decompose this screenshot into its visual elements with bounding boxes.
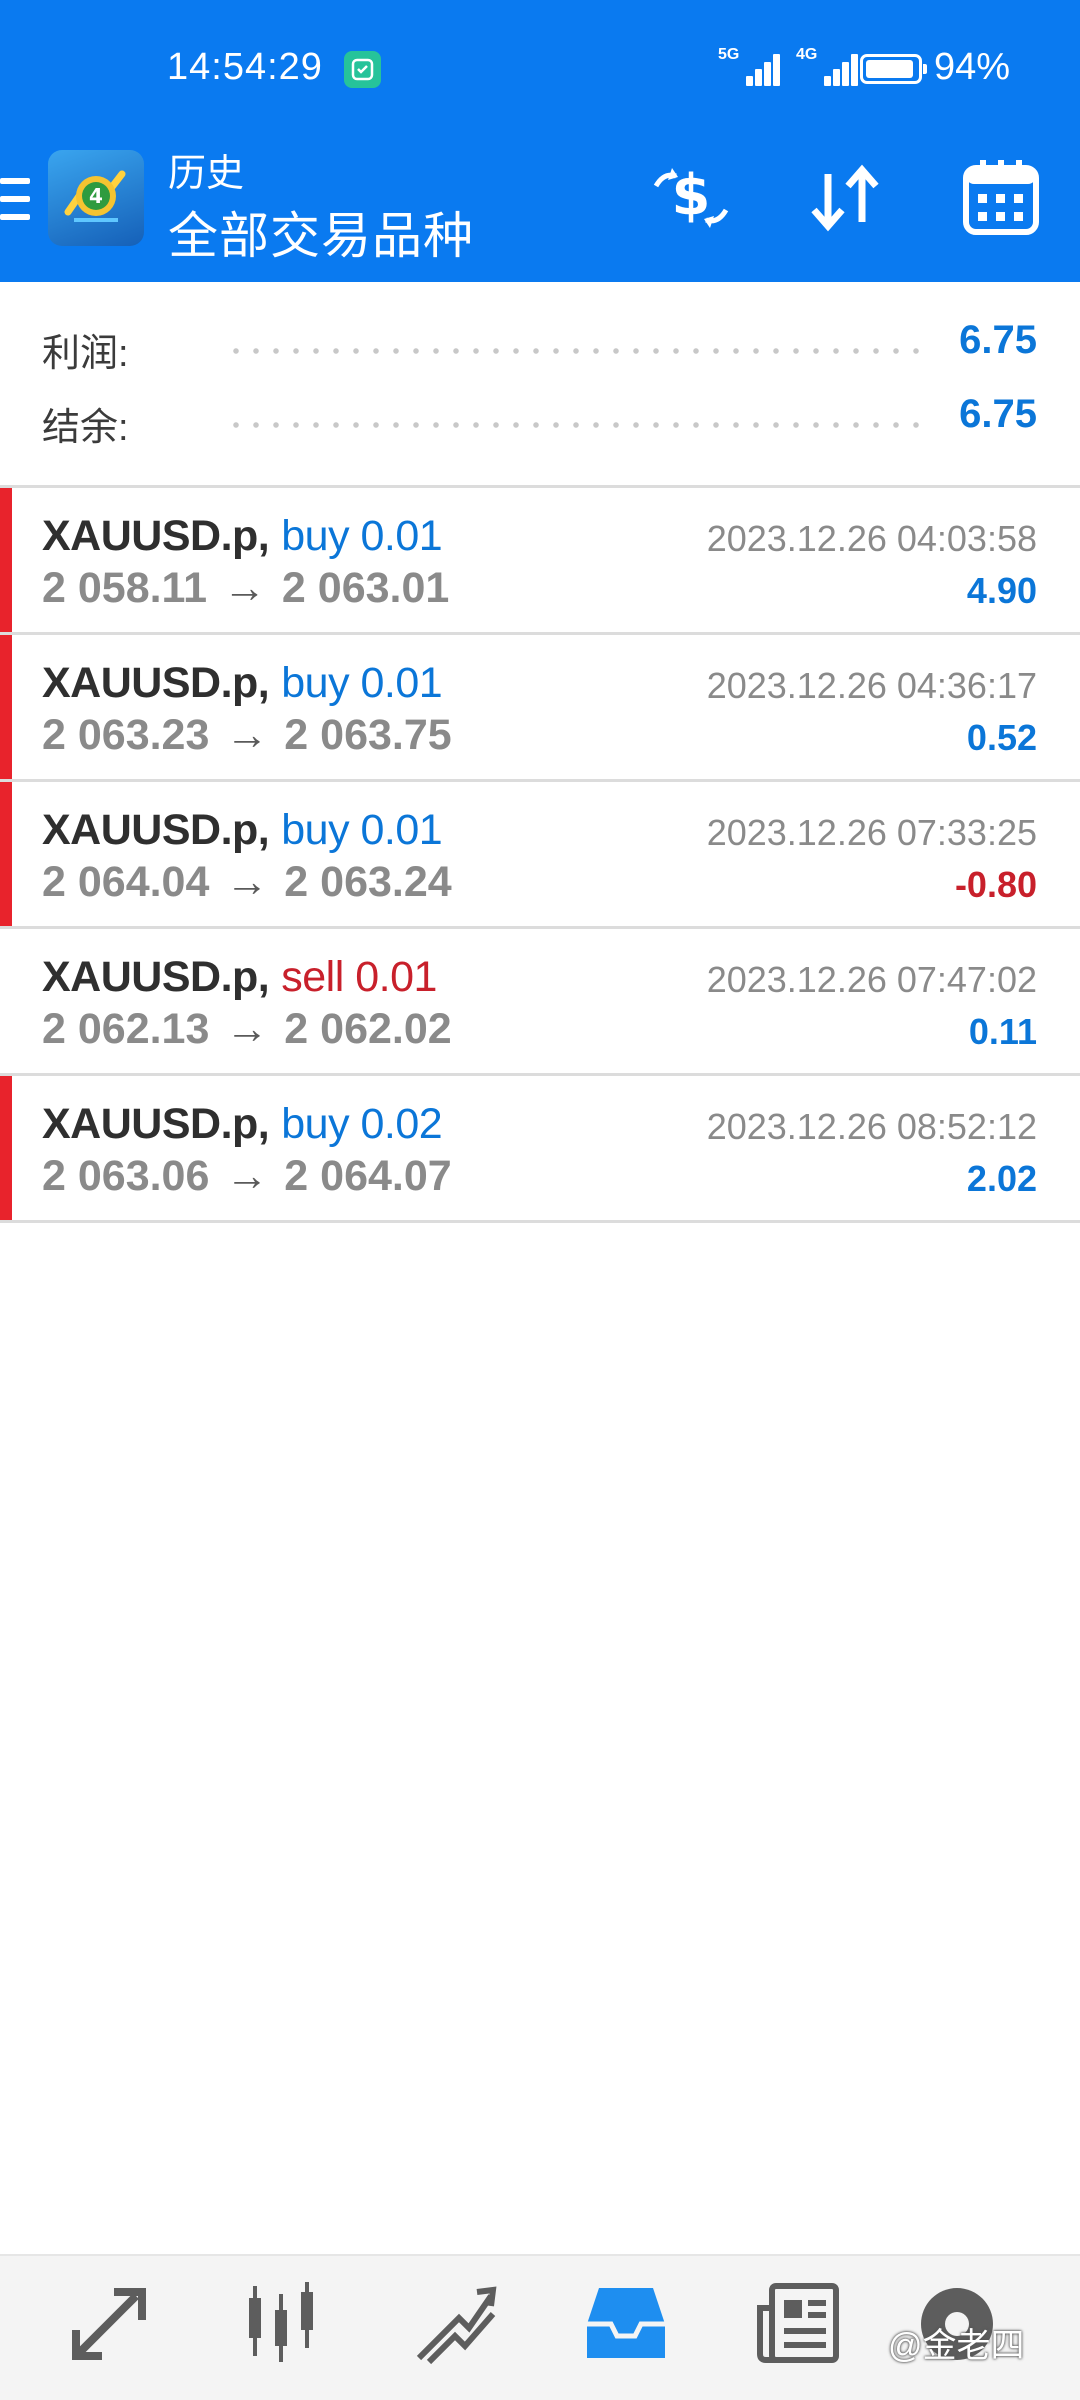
deal-prices: 2 063.23 → 2 063.75 bbox=[42, 711, 452, 760]
arrow-right-icon: → bbox=[225, 711, 269, 759]
status-bar: 14:54:29 5G 4G 94% bbox=[0, 0, 1080, 140]
calendar-icon[interactable] bbox=[956, 150, 1046, 246]
deal-open-price: 2 063.23 bbox=[42, 711, 210, 759]
deal-open-price: 2 064.04 bbox=[42, 858, 210, 906]
deal-prices: 2 063.06 → 2 064.07 bbox=[42, 1152, 452, 1201]
deal-marker bbox=[0, 635, 12, 779]
deal-row[interactable]: XAUUSD.p, buy 0.01 2 063.23 → 2 063.75 20… bbox=[0, 635, 1080, 782]
deal-time: 2023.12.26 07:47:02 bbox=[706, 959, 1037, 1000]
deal-marker bbox=[0, 1076, 12, 1220]
deal-time: 2023.12.26 04:03:58 bbox=[706, 518, 1037, 559]
header: 14:54:29 5G 4G 94% 4 历史 全部交易品种 $ bbox=[0, 0, 1080, 282]
balance-row: 结余: 6.75 bbox=[0, 392, 1080, 452]
app-root: 14:54:29 5G 4G 94% 4 历史 全部交易品种 $ 利润: 6.7… bbox=[0, 0, 1080, 2400]
battery-percent: 94% bbox=[934, 46, 1011, 88]
deal-close-price: 2 063.01 bbox=[281, 564, 450, 612]
screen-title[interactable]: 全部交易品种 bbox=[168, 196, 474, 268]
news-icon[interactable] bbox=[754, 2278, 844, 2368]
status-time: 14:54:29 bbox=[167, 46, 323, 88]
trade-icon[interactable] bbox=[409, 2278, 499, 2368]
deal-marker bbox=[0, 488, 12, 632]
battery-icon bbox=[860, 54, 927, 84]
deal-profit: -0.80 bbox=[954, 864, 1037, 905]
watermark-text: @金老四 bbox=[888, 2327, 1025, 2365]
deal-profit: 4.90 bbox=[966, 570, 1037, 611]
deal-row[interactable]: XAUUSD.p, buy 0.01 2 058.11 → 2 063.01 20… bbox=[0, 488, 1080, 635]
deal-profit: 0.52 bbox=[966, 717, 1037, 758]
deal-time: 2023.12.26 07:33:25 bbox=[706, 812, 1037, 853]
menu-icon[interactable] bbox=[0, 176, 30, 224]
deal-prices: 2 058.11 → 2 063.01 bbox=[42, 564, 449, 613]
screen-subtitle: 历史 bbox=[168, 153, 245, 195]
deal-open-price: 2 063.06 bbox=[42, 1152, 210, 1200]
deal-prices: 2 064.04 → 2 063.24 bbox=[42, 858, 452, 907]
deal-symbol: XAUUSD.p, buy 0.01 bbox=[42, 512, 443, 560]
deal-marker bbox=[0, 782, 12, 926]
deal-time: 2023.12.26 08:52:12 bbox=[706, 1106, 1037, 1147]
deal-close-price: 2 063.24 bbox=[284, 858, 452, 906]
profit-value: 6.75 bbox=[959, 318, 1037, 362]
deal-symbol: XAUUSD.p, buy 0.02 bbox=[42, 1100, 443, 1148]
balance-label: 结余: bbox=[42, 407, 129, 449]
app-logo[interactable]: 4 bbox=[48, 150, 144, 246]
arrow-right-icon: → bbox=[222, 564, 266, 612]
notification-app-icon bbox=[344, 51, 381, 88]
deal-symbol: XAUUSD.p, buy 0.01 bbox=[42, 806, 443, 854]
arrow-right-icon: → bbox=[225, 1005, 269, 1053]
trade-currency-icon[interactable]: $ bbox=[646, 150, 736, 246]
svg-text:$: $ bbox=[672, 163, 711, 228]
bottom-navigation: @金老四 bbox=[0, 2254, 1080, 2400]
deal-close-price: 2 062.02 bbox=[284, 1005, 452, 1053]
profit-label: 利润: bbox=[42, 333, 129, 375]
quotes-icon[interactable] bbox=[64, 2278, 154, 2368]
balance-value: 6.75 bbox=[959, 392, 1037, 436]
deal-open-price: 2 058.11 bbox=[42, 564, 208, 612]
sort-icon[interactable] bbox=[800, 150, 890, 246]
battery-fill bbox=[866, 60, 913, 78]
deal-direction: buy 0.01 bbox=[281, 659, 443, 707]
deal-profit: 0.11 bbox=[968, 1011, 1037, 1052]
summary-panel: 利润: 6.75 结余: 6.75 bbox=[0, 282, 1080, 486]
dotted-leader bbox=[226, 348, 930, 354]
deal-time: 2023.12.26 04:36:17 bbox=[706, 665, 1037, 706]
profit-row: 利润: 6.75 bbox=[0, 318, 1080, 378]
deal-open-price: 2 062.13 bbox=[42, 1005, 210, 1053]
deals-list: XAUUSD.p, buy 0.01 2 058.11 → 2 063.01 20… bbox=[0, 488, 1080, 1223]
deal-symbol: XAUUSD.p, buy 0.01 bbox=[42, 659, 443, 707]
deal-prices: 2 062.13 → 2 062.02 bbox=[42, 1005, 452, 1054]
deal-profit: 2.02 bbox=[966, 1158, 1037, 1199]
deal-close-price: 2 064.07 bbox=[284, 1152, 452, 1200]
arrow-right-icon: → bbox=[225, 858, 269, 906]
deal-direction: buy 0.01 bbox=[281, 512, 443, 560]
dotted-leader bbox=[226, 422, 930, 428]
deal-direction: sell 0.01 bbox=[281, 953, 437, 1001]
svg-text:4: 4 bbox=[89, 184, 103, 208]
deal-close-price: 2 063.75 bbox=[284, 711, 452, 759]
deal-row[interactable]: XAUUSD.p, buy 0.01 2 064.04 → 2 063.24 20… bbox=[0, 782, 1080, 929]
deal-symbol: XAUUSD.p, sell 0.01 bbox=[42, 953, 437, 1001]
deal-row[interactable]: XAUUSD.p, sell 0.01 2 062.13 → 2 062.02 2… bbox=[0, 929, 1080, 1076]
chart-icon[interactable] bbox=[237, 2278, 327, 2368]
deal-direction: buy 0.02 bbox=[281, 1100, 443, 1148]
history-icon[interactable] bbox=[581, 2278, 671, 2368]
arrow-right-icon: → bbox=[225, 1152, 269, 1200]
deal-direction: buy 0.01 bbox=[281, 806, 443, 854]
deal-row[interactable]: XAUUSD.p, buy 0.02 2 063.06 → 2 064.07 20… bbox=[0, 1076, 1080, 1223]
